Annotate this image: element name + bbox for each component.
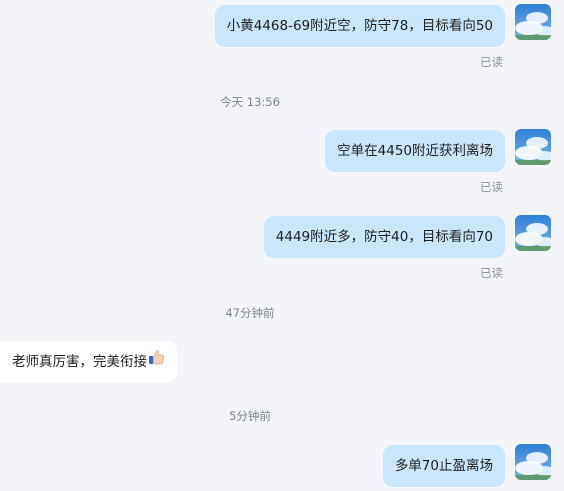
sky-cloud-icon bbox=[515, 444, 551, 480]
sky-cloud-icon bbox=[515, 215, 551, 251]
chat-message-list[interactable]: 小黄4468-69附近空，防守78，目标看向50 已读 今天 13:56 空单在… bbox=[0, 0, 564, 491]
message-text: 小黄4468-69附近空，防守78，目标看向50 bbox=[226, 18, 493, 34]
read-status: 已读 bbox=[480, 266, 503, 280]
message-text: 多单70止盈离场 bbox=[394, 458, 493, 474]
outgoing-message[interactable]: 4449附近多，防守40，目标看向70 bbox=[263, 216, 505, 258]
user-avatar[interactable] bbox=[515, 444, 551, 480]
read-status: 已读 bbox=[480, 180, 503, 194]
message-text: 空单在4450附近获利离场 bbox=[337, 143, 493, 159]
timestamp: 47分钟前 bbox=[225, 306, 275, 320]
sky-cloud-icon bbox=[515, 129, 551, 165]
sky-cloud-icon bbox=[515, 4, 551, 40]
outgoing-message[interactable]: 多单70止盈离场 bbox=[382, 445, 505, 487]
read-status: 已读 bbox=[480, 55, 503, 69]
outgoing-message[interactable]: 小黄4468-69附近空，防守78，目标看向50 bbox=[214, 5, 505, 47]
message-text: 4449附近多，防守40，目标看向70 bbox=[275, 229, 493, 245]
incoming-message[interactable]: 老师真厉害，完美衔接 bbox=[0, 341, 177, 383]
user-avatar[interactable] bbox=[515, 129, 551, 165]
user-avatar[interactable] bbox=[515, 215, 551, 251]
user-avatar[interactable] bbox=[515, 4, 551, 40]
timestamp: 今天 13:56 bbox=[220, 95, 280, 109]
thumbs-up-icon bbox=[148, 340, 165, 382]
outgoing-message[interactable]: 空单在4450附近获利离场 bbox=[325, 130, 505, 172]
timestamp: 5分钟前 bbox=[229, 409, 271, 423]
message-text: 老师真厉害，完美衔接 bbox=[12, 354, 147, 370]
